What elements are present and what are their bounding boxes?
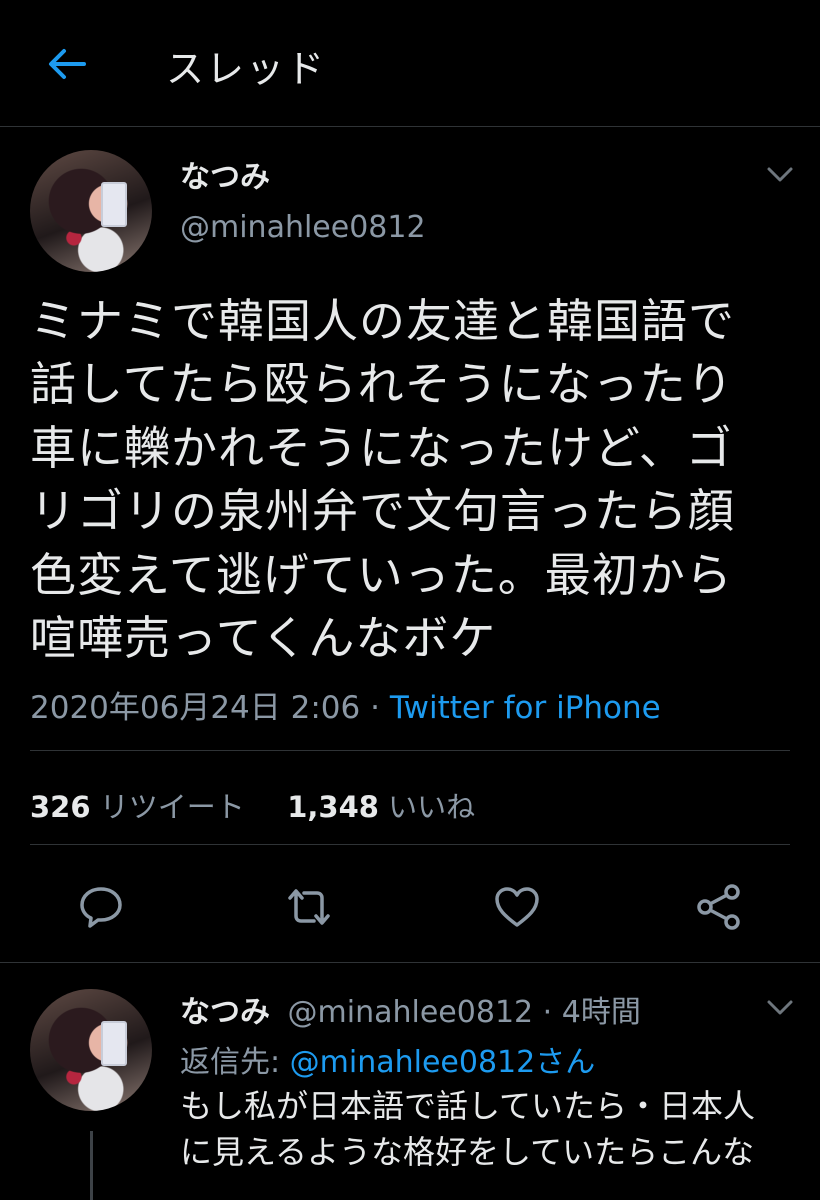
source-link[interactable]: Twitter for iPhone: [390, 690, 661, 726]
arrow-left-icon[interactable]: [44, 42, 88, 86]
retweets-label[interactable]: リツイート: [100, 790, 245, 824]
tweet-text-line: 喧嘩売ってくんなボケ: [30, 611, 497, 666]
reply-time[interactable]: 4時間: [562, 995, 641, 1030]
divider: [30, 750, 790, 751]
tweet-stats: 326 リツイート 1,348 いいね: [30, 784, 475, 826]
tweet-author: なつみ @minahlee0812: [0, 126, 820, 276]
author-name[interactable]: なつみ: [180, 152, 270, 196]
thread-header: スレッド: [0, 0, 820, 127]
reply-text: もし私が日本語で話していたら・日本人 に見えるような格好をしていたらこんな: [180, 1083, 800, 1175]
tweet-meta: 2020年06月24日 2:06 · Twitter for iPhone: [30, 682, 661, 727]
avatar[interactable]: [30, 150, 152, 272]
reply-to-mention[interactable]: @minahlee0812さん: [290, 1045, 596, 1080]
retweet-icon[interactable]: [282, 880, 336, 934]
meta-separator: ·: [370, 690, 380, 726]
reply-to: 返信先: @minahlee0812さん: [180, 1037, 595, 1081]
meta-separator: ·: [542, 995, 553, 1030]
likes-count[interactable]: 1,348: [287, 790, 379, 824]
tweet-text-line: ミナミで韓国人の友達と韓国語で: [30, 294, 735, 348]
chevron-down-icon[interactable]: [766, 999, 794, 1017]
divider: [30, 844, 790, 845]
share-icon[interactable]: [692, 880, 746, 934]
timestamp[interactable]: 2020年06月24日 2:06: [30, 690, 360, 726]
reply-icon[interactable]: [74, 880, 128, 934]
reply-to-label: 返信先:: [180, 1045, 281, 1080]
tweet-text: ミナミで韓国人の友達と韓国語で 話してたら殴られそうになったり 車に轢かれそうに…: [30, 290, 800, 670]
avatar[interactable]: [30, 989, 152, 1111]
reply-tweet[interactable]: なつみ @minahlee0812 · 4時間 返信先: @minahlee08…: [0, 963, 820, 1200]
thread-line: [90, 1131, 93, 1200]
tweet-text-line: 話してたら殴られそうになったり: [30, 357, 734, 412]
reply-author-handle[interactable]: @minahlee0812: [288, 995, 534, 1030]
author-handle[interactable]: @minahlee0812: [180, 210, 426, 245]
reply-header: なつみ @minahlee0812 · 4時間: [180, 987, 641, 1031]
tweet-actions: [0, 880, 820, 940]
retweets-count[interactable]: 326: [30, 790, 91, 824]
tweet-text-line: リゴリの泉州弁で文句言ったら顔: [30, 484, 735, 539]
tweet-text-line: 色変えて逃げていった。最初から: [30, 547, 733, 602]
like-icon[interactable]: [490, 880, 544, 934]
likes-label[interactable]: いいね: [388, 790, 475, 824]
chevron-down-icon[interactable]: [766, 166, 794, 184]
tweet-text-line: 車に轢かれそうになったけど、ゴ: [30, 420, 733, 475]
reply-text-line: に見えるような格好をしていたらこんな: [180, 1133, 755, 1171]
reply-text-line: もし私が日本語で話していたら・日本人: [180, 1087, 756, 1125]
reply-author-name[interactable]: なつみ: [180, 995, 270, 1030]
page-title: スレッド: [166, 47, 327, 91]
